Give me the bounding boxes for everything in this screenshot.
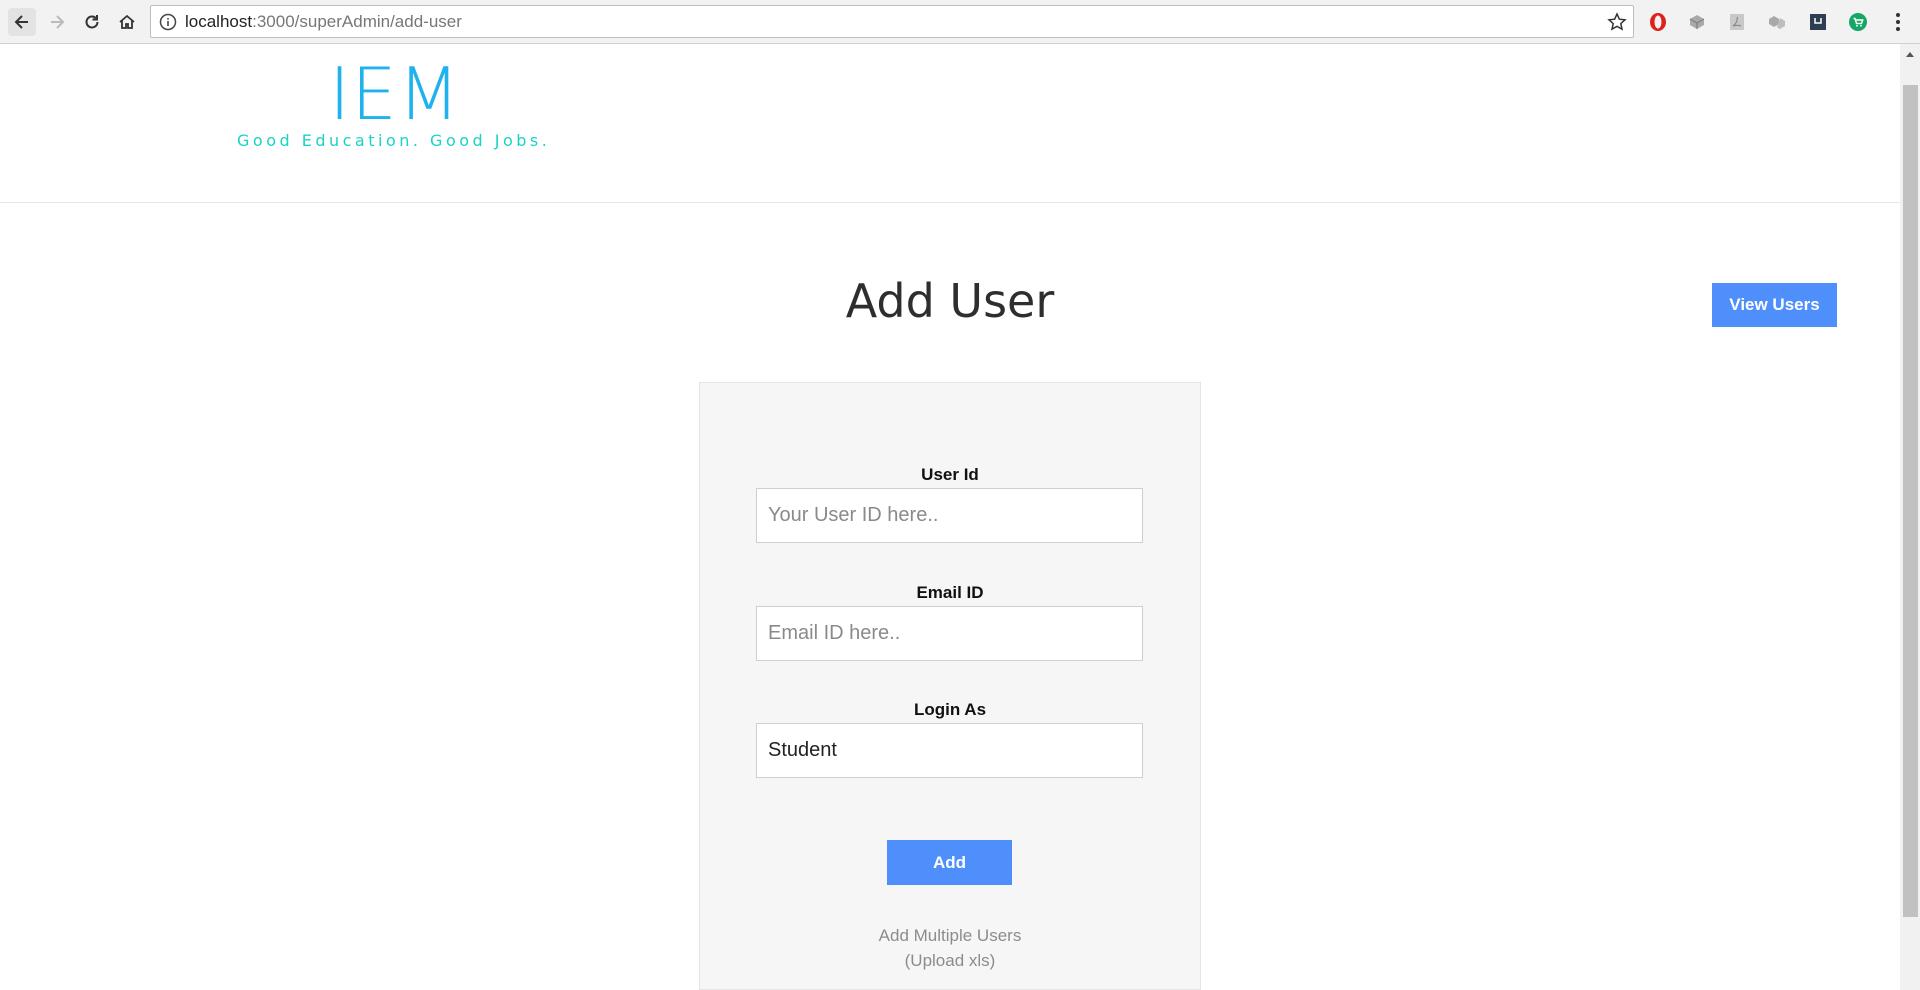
site-header — [0, 44, 1900, 203]
arrow-right-icon — [51, 15, 65, 29]
extension-cube-icon[interactable] — [1687, 12, 1707, 32]
opera-extension-icon[interactable] — [1648, 12, 1668, 32]
upload-xls-text: (Upload xls) — [904, 951, 996, 970]
reload-button[interactable] — [78, 8, 106, 36]
extension-dark-icon[interactable] — [1808, 12, 1828, 32]
page-title: Add User — [845, 274, 1055, 328]
arrow-left-icon — [14, 15, 28, 29]
add-button[interactable]: Add — [887, 840, 1012, 885]
back-button[interactable] — [8, 8, 36, 36]
reload-icon — [85, 15, 99, 29]
login-as-select[interactable]: Student — [756, 723, 1143, 778]
view-users-button[interactable]: View Users — [1712, 283, 1837, 327]
site-logo[interactable]: IEM — [329, 58, 461, 130]
browser-toolbar: localhost:3000/superAdmin/add-user — [0, 0, 1920, 44]
home-icon — [119, 14, 135, 29]
site-tagline: Good Education. Good Jobs. — [237, 131, 551, 150]
home-button[interactable] — [113, 8, 141, 36]
shopping-extension-icon[interactable] — [1848, 12, 1868, 32]
extension-cubes-icon[interactable] — [1767, 12, 1787, 32]
url-text: localhost:3000/superAdmin/add-user — [185, 12, 462, 31]
add-multiple-users-text: Add Multiple Users — [878, 926, 1022, 945]
add-multiple-users-link[interactable]: Add Multiple Users (Upload xls) — [699, 923, 1201, 973]
login-as-selected-value: Student — [768, 739, 837, 761]
user-id-input[interactable] — [756, 488, 1143, 543]
address-bar[interactable]: localhost:3000/superAdmin/add-user — [150, 5, 1634, 38]
forward-button[interactable] — [43, 8, 71, 36]
scrollbar-thumb[interactable] — [1903, 85, 1918, 917]
pdf-extension-icon[interactable] — [1727, 12, 1747, 32]
email-id-input[interactable] — [756, 606, 1143, 661]
scroll-up-arrow-icon[interactable] — [1905, 50, 1915, 58]
user-id-label: User Id — [921, 465, 979, 484]
login-as-label: Login As — [913, 700, 987, 719]
info-icon[interactable] — [159, 13, 177, 31]
bookmark-star-icon[interactable] — [1607, 12, 1627, 32]
browser-menu-icon[interactable] — [1888, 11, 1908, 33]
email-id-label: Email ID — [916, 583, 984, 602]
